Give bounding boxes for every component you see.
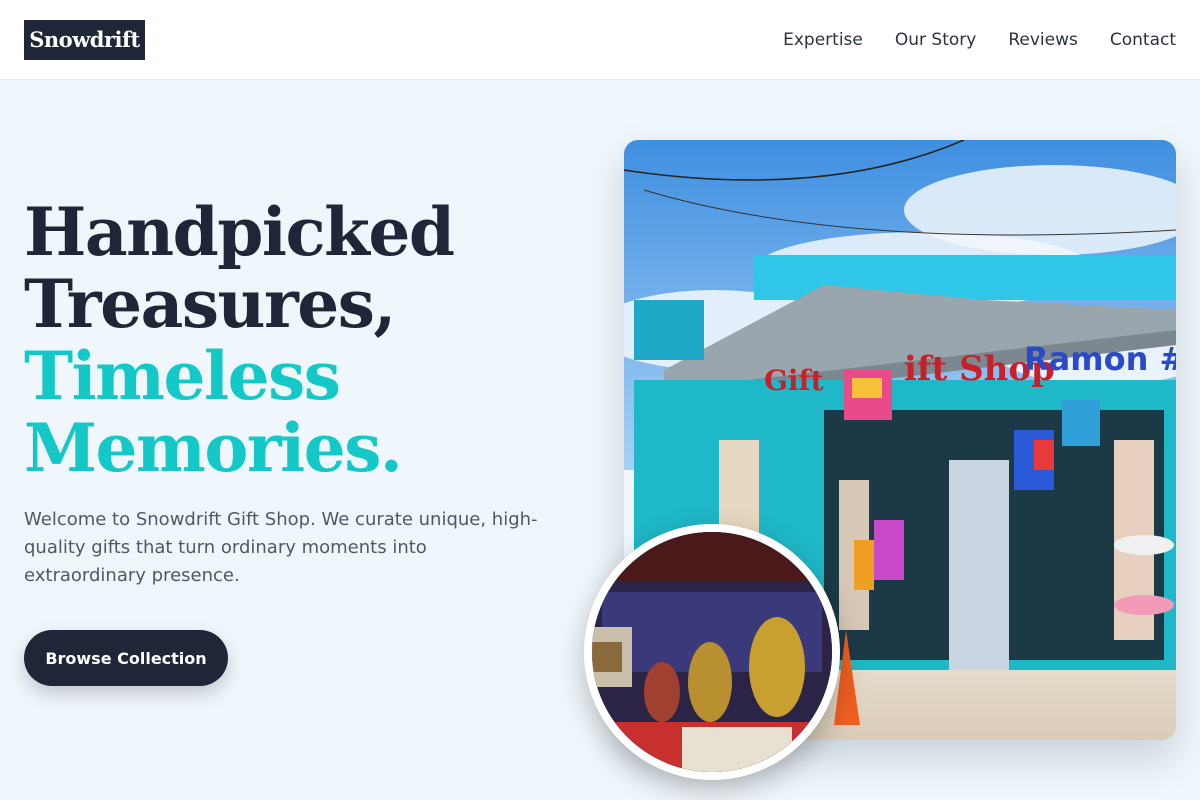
headline-line-1: Handpicked — [24, 193, 455, 271]
svg-text:Ramon #1: Ramon #1 — [1024, 340, 1176, 378]
hero-intro-text: Welcome to Snowdrift Gift Shop. We curat… — [24, 509, 538, 586]
svg-text:Gift: Gift — [764, 364, 824, 397]
hero-headline: Handpicked Treasures, Timeless Memories. — [24, 196, 584, 484]
headline-line-3: Timeless — [24, 337, 341, 415]
nav-link-expertise[interactable]: Expertise — [783, 28, 863, 52]
brand-logo[interactable]: Snowdrift — [24, 20, 145, 60]
nav-link-contact[interactable]: Contact — [1110, 28, 1176, 52]
figurines-illustration — [592, 532, 832, 772]
headline-line-4: Memories. — [24, 409, 403, 487]
nav-link-our-story[interactable]: Our Story — [895, 28, 976, 52]
browse-collection-button[interactable]: Browse Collection — [24, 630, 228, 686]
main-nav: Expertise Our Story Reviews Contact — [783, 28, 1176, 52]
headline-line-2: Treasures, — [24, 265, 396, 343]
figurines-photo — [584, 524, 840, 780]
nav-link-reviews[interactable]: Reviews — [1008, 28, 1078, 52]
site-header: Snowdrift Expertise Our Story Reviews Co… — [0, 0, 1200, 80]
